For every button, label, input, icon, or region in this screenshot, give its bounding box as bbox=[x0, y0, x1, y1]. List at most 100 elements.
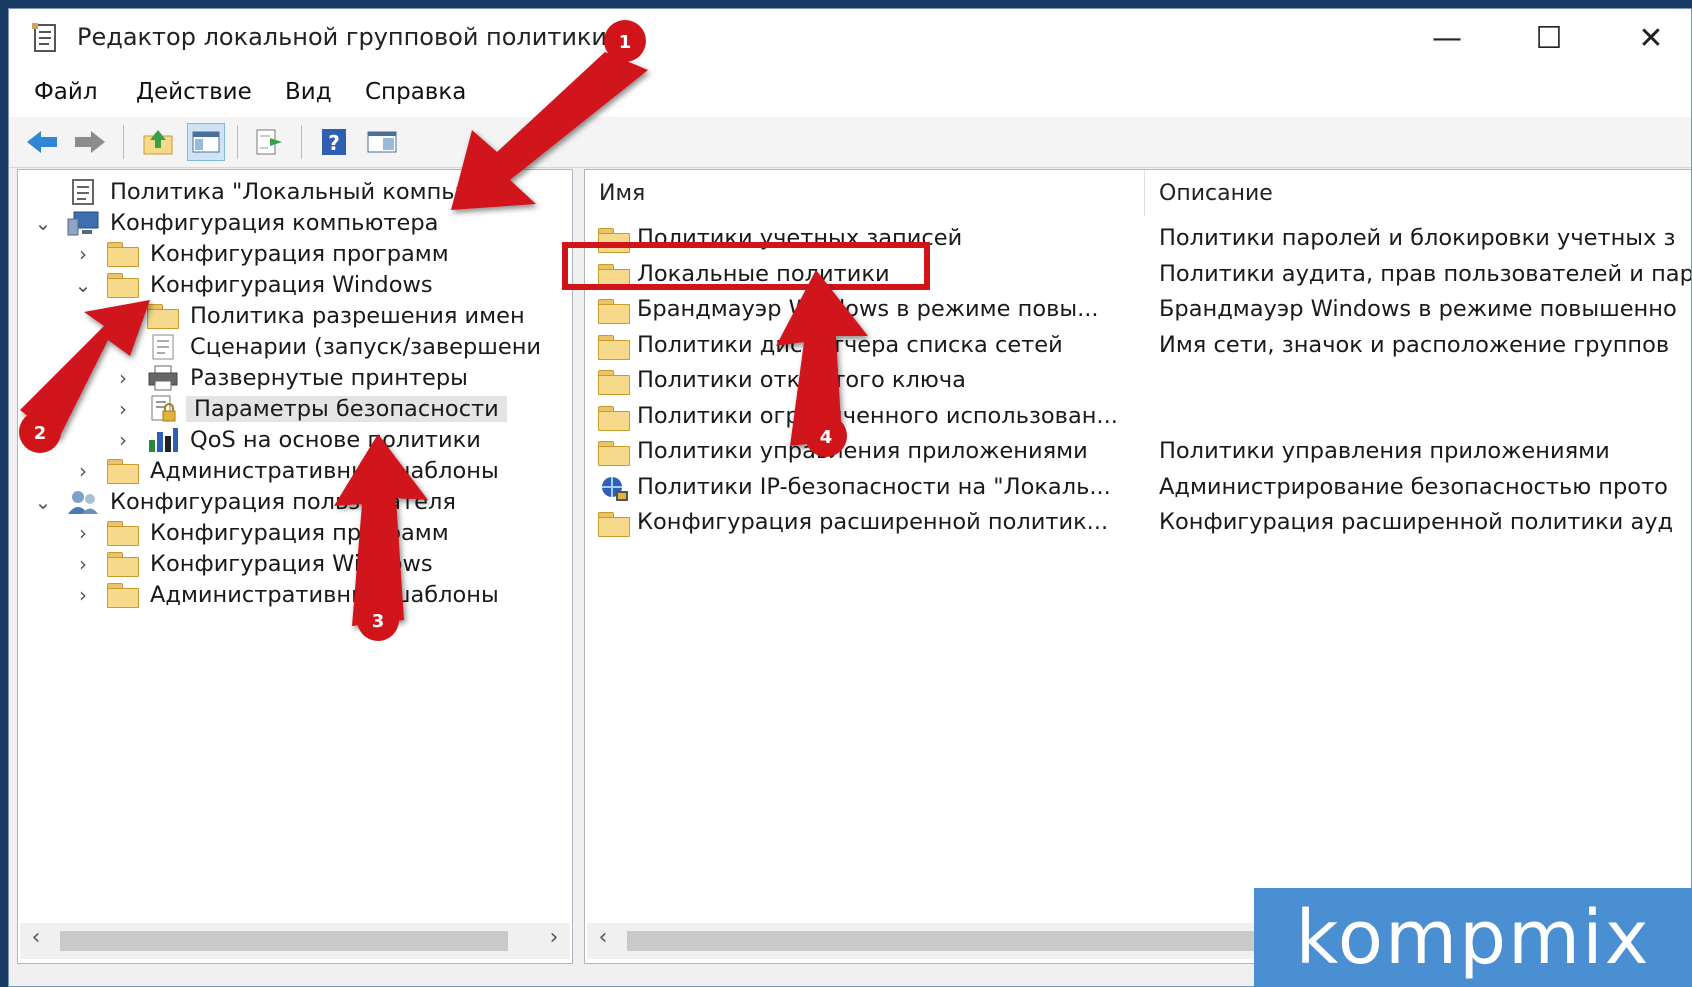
tree-item-label: Конфигурация компьютера bbox=[110, 210, 439, 236]
menu-action[interactable]: Действие bbox=[136, 79, 252, 105]
tree-horizontal-scrollbar[interactable]: ‹ › bbox=[20, 923, 570, 959]
chevron-right-icon[interactable]: › bbox=[112, 366, 134, 390]
chevron-right-icon[interactable]: › bbox=[72, 583, 94, 607]
back-button[interactable] bbox=[23, 123, 61, 161]
list-item-name: Политики ограниченного использован... bbox=[637, 402, 1118, 429]
list-item-name: Политики управления приложениями bbox=[637, 438, 1088, 464]
tree-item-label: Политика "Локальный компью bbox=[110, 179, 474, 205]
tree-item-label: QoS на основе политики bbox=[190, 427, 481, 453]
list-item[interactable]: Политики диспетчера списка сетей Имя сети… bbox=[585, 329, 1691, 363]
list-item[interactable]: Политики ограниченного использован... bbox=[585, 400, 1691, 434]
maximize-button[interactable]: ☐ bbox=[1501, 13, 1597, 63]
up-folder-icon bbox=[143, 130, 173, 155]
column-header-description[interactable]: Описание bbox=[1159, 170, 1273, 216]
export-list-button[interactable] bbox=[251, 123, 289, 161]
folder-icon bbox=[597, 404, 631, 432]
column-header-name[interactable]: Имя bbox=[599, 170, 645, 216]
scroll-thumb[interactable] bbox=[627, 931, 1267, 951]
list-item[interactable]: Конфигурация расширенной политик... Конфи… bbox=[585, 506, 1691, 540]
tree-item[interactable]: › Конфигурация программ bbox=[72, 517, 449, 549]
tree-item[interactable]: Сценарии (запуск/завершени bbox=[112, 331, 541, 363]
folder-icon bbox=[597, 439, 631, 467]
tree-item[interactable]: Политика "Локальный компью bbox=[32, 176, 474, 208]
window-title: Редактор локальной групповой политики bbox=[77, 23, 608, 51]
folder-icon bbox=[106, 581, 140, 609]
menu-view[interactable]: Вид bbox=[285, 79, 332, 105]
tree-item-label: Административные шаблоны bbox=[150, 582, 499, 608]
list-item[interactable]: Политики IP-безопасности на "Локаль... Ад… bbox=[585, 471, 1691, 505]
list-item-name: Конфигурация расширенной политик... bbox=[637, 509, 1109, 535]
chart-icon bbox=[146, 426, 180, 454]
tree-item[interactable]: › Конфигурация Windows bbox=[72, 548, 433, 580]
properties-icon bbox=[367, 131, 397, 153]
help-button[interactable]: ? bbox=[315, 123, 353, 161]
show-tree-button[interactable] bbox=[187, 123, 225, 161]
folder-icon bbox=[106, 519, 140, 547]
tree-item[interactable]: ⌄ Конфигурация Windows bbox=[72, 269, 433, 301]
list-item-description: Брандмауэр Windows в режиме повышенно bbox=[1159, 296, 1677, 322]
folder-icon bbox=[597, 368, 631, 396]
forward-arrow-icon bbox=[75, 131, 105, 153]
chevron-down-icon[interactable]: ⌄ bbox=[32, 490, 54, 514]
menu-file[interactable]: Файл bbox=[34, 79, 98, 105]
tree-item-label: Политика разрешения имен bbox=[190, 303, 525, 329]
chevron-right-icon[interactable]: › bbox=[72, 552, 94, 576]
scroll-thumb[interactable] bbox=[60, 931, 508, 951]
folder-icon bbox=[106, 240, 140, 268]
chevron-right-icon[interactable]: › bbox=[112, 397, 134, 421]
list-item[interactable]: Политики управления приложениями Политики… bbox=[585, 435, 1691, 469]
chevron-right-icon[interactable]: › bbox=[72, 521, 94, 545]
list-item[interactable]: Брандмауэр Windows в режиме повы... Бранд… bbox=[585, 293, 1691, 327]
folder-icon bbox=[597, 333, 631, 361]
list-item-name: Брандмауэр Windows в режиме повы... bbox=[637, 296, 1099, 322]
properties-button[interactable] bbox=[363, 123, 401, 161]
list-item-description: Политики паролей и блокировки учетных з bbox=[1159, 225, 1676, 251]
list-item-description: Имя сети, значок и расположение группов bbox=[1159, 331, 1670, 358]
list-item-description: Политики управления приложениями bbox=[1159, 438, 1610, 464]
tree-item[interactable]: ⌄ Конфигурация пользователя bbox=[32, 486, 456, 518]
title-bar[interactable]: Редактор локальной групповой политики — … bbox=[9, 9, 1691, 71]
tree-item-label: Конфигурация пользователя bbox=[110, 489, 456, 515]
export-icon bbox=[256, 129, 282, 155]
watermark-logo: kompmix bbox=[1254, 888, 1692, 987]
scroll-left-icon[interactable]: ‹ bbox=[22, 925, 50, 950]
console-tree-pane: Политика "Локальный компью ⌄ Конфигурация … bbox=[17, 169, 573, 964]
list-item[interactable]: Политики открытого ключа bbox=[585, 364, 1691, 398]
policy-icon bbox=[66, 178, 100, 206]
script-icon bbox=[146, 333, 180, 361]
tree-item[interactable]: › Конфигурация программ bbox=[72, 238, 449, 270]
tree-item[interactable]: › Развернутые принтеры bbox=[112, 362, 468, 394]
tree-item[interactable]: › Административные шаблоны bbox=[72, 579, 499, 611]
chevron-right-icon[interactable]: › bbox=[112, 428, 134, 452]
chevron-right-icon[interactable]: › bbox=[72, 459, 94, 483]
folder-icon bbox=[597, 510, 631, 538]
gpedit-window: Редактор локальной групповой политики — … bbox=[8, 8, 1692, 987]
close-button[interactable]: ✕ bbox=[1603, 13, 1691, 63]
tree-item[interactable]: › Параметры безопасности bbox=[112, 393, 507, 425]
ipsec-icon bbox=[597, 475, 631, 503]
tree-item[interactable]: › Административные шаблоны bbox=[72, 455, 499, 487]
chevron-right-icon[interactable]: › bbox=[72, 242, 94, 266]
chevron-down-icon[interactable]: ⌄ bbox=[72, 273, 94, 297]
watermark-text: kompmix bbox=[1295, 894, 1651, 981]
help-icon: ? bbox=[322, 129, 346, 155]
tree-item-label: Сценарии (запуск/завершени bbox=[190, 334, 542, 360]
scroll-right-icon[interactable]: › bbox=[540, 925, 568, 950]
forward-button[interactable] bbox=[71, 123, 109, 161]
tree-item[interactable]: Политика разрешения имен bbox=[112, 300, 525, 332]
tree-item-label: Конфигурация программ bbox=[150, 520, 449, 546]
toolbar: ? bbox=[9, 117, 1691, 168]
list-item-description: Политики аудита, прав пользователей и па… bbox=[1159, 260, 1692, 287]
tree-item-label: Конфигурация Windows bbox=[150, 551, 433, 577]
folder-icon bbox=[146, 302, 180, 330]
svg-text:?: ? bbox=[328, 131, 340, 155]
chevron-down-icon[interactable]: ⌄ bbox=[32, 211, 54, 235]
tree-item-label: Развернутые принтеры bbox=[190, 365, 468, 391]
tree-item[interactable]: ⌄ Конфигурация компьютера bbox=[32, 207, 439, 239]
menu-help[interactable]: Справка bbox=[365, 79, 466, 105]
tree-item[interactable]: › QoS на основе политики bbox=[112, 424, 481, 456]
minimize-button[interactable]: — bbox=[1399, 13, 1495, 63]
up-folder-button[interactable] bbox=[139, 123, 177, 161]
scroll-left-icon[interactable]: ‹ bbox=[589, 925, 617, 950]
folder-icon bbox=[106, 457, 140, 485]
